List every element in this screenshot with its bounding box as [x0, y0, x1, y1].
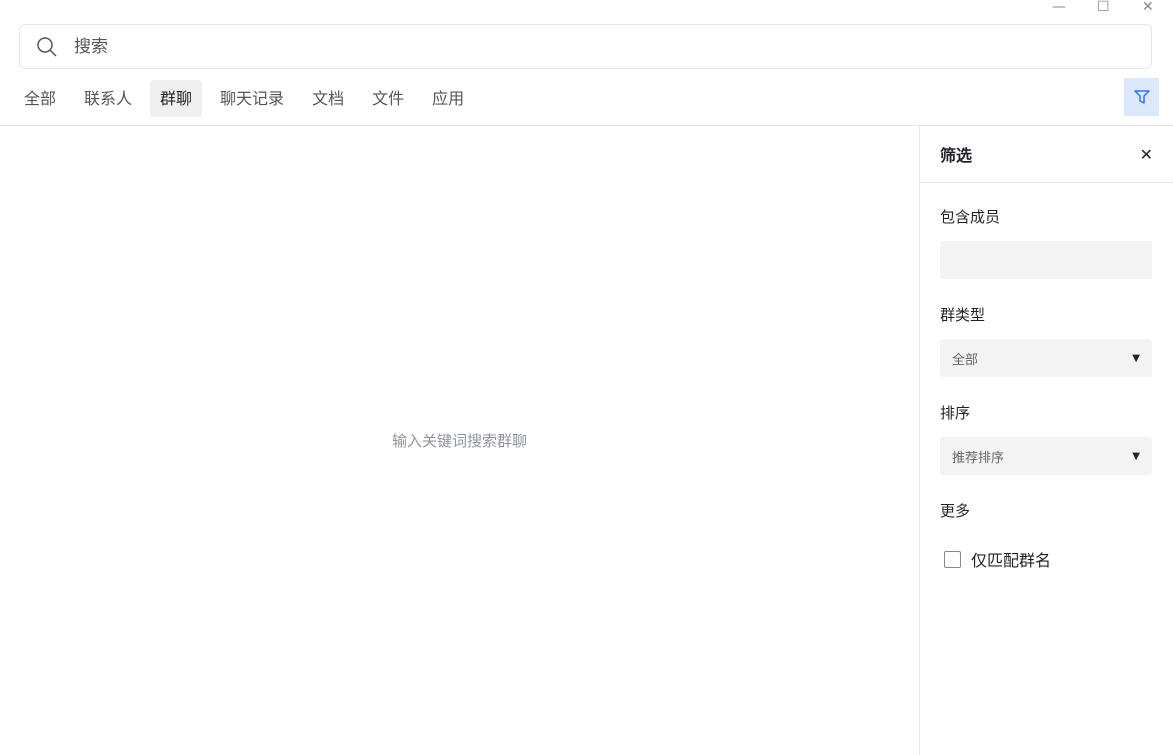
filter-button[interactable] — [1124, 78, 1159, 116]
group-type-label: 群类型 — [940, 306, 986, 324]
tab-contacts[interactable]: 联系人 — [74, 80, 142, 117]
search-icon — [37, 36, 57, 57]
minimize-button[interactable]: — — [1052, 0, 1066, 17]
tab-bar: 全部 联系人 群聊 聊天记录 文档 文件 应用 — [14, 80, 482, 117]
search-bar — [19, 24, 1152, 69]
sort-label: 排序 — [940, 404, 971, 422]
match-group-name-checkbox[interactable]: 仅匹配群名 — [944, 547, 1051, 571]
match-group-name-label: 仅匹配群名 — [971, 551, 1052, 570]
tab-groups[interactable]: 群聊 — [150, 80, 203, 117]
checkbox-icon[interactable] — [944, 550, 961, 568]
sort-select[interactable]: 推荐排序 ▼ — [940, 437, 1152, 475]
members-input[interactable] — [940, 241, 1152, 279]
tab-docs[interactable]: 文档 — [302, 80, 354, 117]
empty-state: 输入关键词搜索群聊 — [0, 126, 919, 755]
tab-apps[interactable]: 应用 — [422, 80, 474, 117]
empty-state-text: 输入关键词搜索群聊 — [391, 432, 527, 450]
filter-panel-title: 筛选 — [940, 146, 973, 165]
members-label: 包含成员 — [940, 208, 1001, 226]
close-icon[interactable]: ✕ — [1140, 145, 1153, 164]
group-type-value: 全部 — [952, 352, 979, 368]
caret-down-icon: ▼ — [1132, 352, 1140, 364]
close-window-button[interactable]: ✕ — [1142, 0, 1154, 17]
maximize-button[interactable]: ☐ — [1097, 0, 1110, 17]
filter-icon — [1133, 90, 1150, 104]
filter-panel: 筛选 ✕ 包含成员 群类型 全部 ▼ 排序 推荐排序 ▼ 更多 仅匹配群名 — [919, 126, 1173, 755]
more-label: 更多 — [940, 502, 971, 520]
tab-files[interactable]: 文件 — [362, 80, 414, 117]
search-input[interactable] — [74, 36, 974, 57]
tab-chat-history[interactable]: 聊天记录 — [210, 80, 294, 117]
caret-down-icon: ▼ — [1132, 450, 1140, 462]
sort-value: 推荐排序 — [952, 450, 1005, 466]
tab-all[interactable]: 全部 — [14, 80, 66, 117]
group-type-select[interactable]: 全部 ▼ — [940, 339, 1152, 377]
